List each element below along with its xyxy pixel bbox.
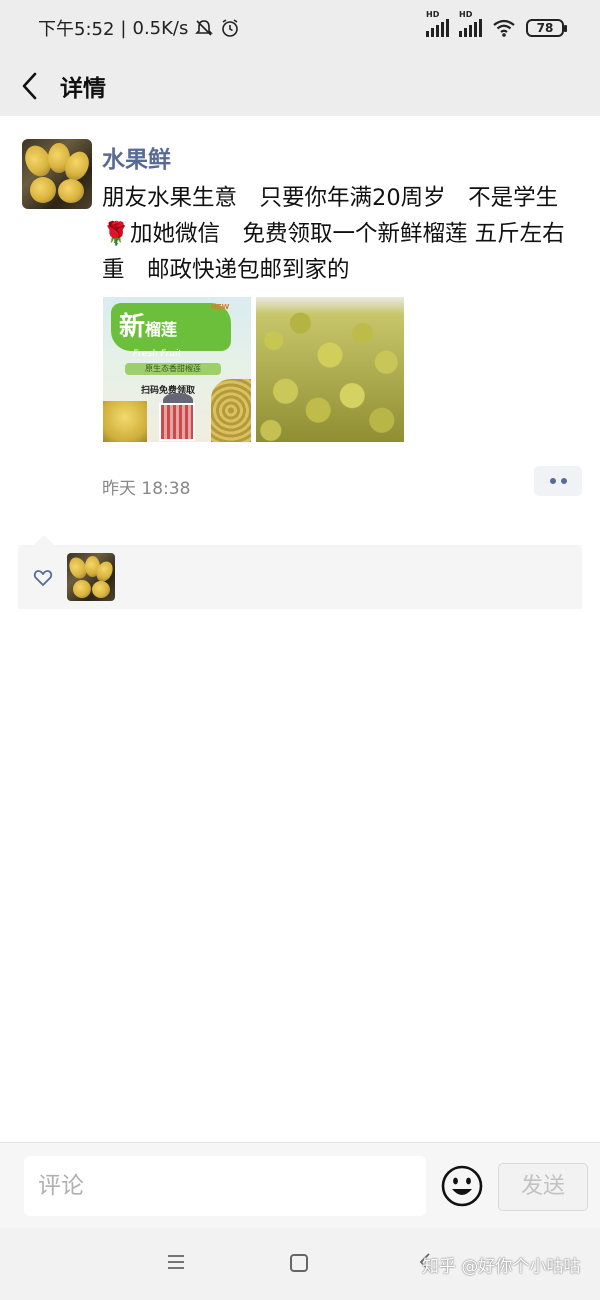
durian-shell-image — [211, 379, 251, 442]
bell-muted-icon — [195, 20, 214, 36]
comment-input[interactable]: 评论 — [24, 1156, 426, 1216]
title-bar: 详情 — [0, 56, 600, 116]
signal-icon: HD — [459, 10, 482, 37]
post-detail: 水果鲜 朋友水果生意 只要你年满20周岁 不是学生 🌹加她微信 免费领取一个新鲜… — [0, 116, 600, 1142]
hd-label: HD — [426, 10, 440, 19]
liker-avatar[interactable] — [67, 553, 115, 601]
qr-code-image — [159, 403, 195, 441]
post-image-durians[interactable] — [256, 297, 404, 442]
system-nav-bar: 知乎 @好你个小咕咕 — [0, 1228, 600, 1300]
watermark: 知乎 @好你个小咕咕 — [422, 1257, 581, 1277]
poster-caption: 原生态香甜榴莲 — [125, 363, 221, 375]
page-title: 详情 — [60, 76, 106, 102]
post-text: 朋友水果生意 只要你年满20周岁 不是学生 🌹加她微信 免费领取一个新鲜榴莲 五… — [102, 185, 565, 283]
status-left: 下午5:52 | 0.5K/s — [38, 15, 240, 41]
durian-flesh-image — [103, 401, 147, 442]
status-time: 下午5:52 — [38, 19, 115, 40]
likes-panel — [18, 535, 582, 609]
post-time: 昨天 18:38 — [102, 479, 191, 499]
wifi-icon — [493, 19, 515, 37]
status-bar: 下午5:52 | 0.5K/s HD HD 78 — [0, 0, 600, 56]
network-speed: 0.5K/s — [132, 17, 189, 39]
menu-icon[interactable] — [166, 1253, 186, 1271]
alarm-icon — [222, 19, 239, 37]
battery-icon: 78 — [526, 19, 567, 37]
send-button[interactable]: 发送 — [498, 1163, 588, 1211]
home-icon[interactable] — [290, 1254, 308, 1272]
comment-bar: 评论 发送 — [0, 1142, 600, 1228]
battery-level: 78 — [536, 21, 554, 35]
poster-subtitle: Fresh Fruit — [133, 349, 182, 359]
author-avatar[interactable] — [22, 139, 92, 209]
back-button[interactable] — [0, 56, 60, 116]
poster-banner-small: 榴莲 — [145, 320, 178, 339]
hd-label: HD — [459, 10, 473, 19]
author-name[interactable]: 水果鲜 — [102, 140, 171, 174]
new-badge: NEW — [211, 303, 230, 311]
status-separator: | — [120, 17, 127, 39]
chevron-left-icon — [22, 72, 37, 100]
poster-banner-big: 新 — [119, 312, 146, 342]
smiley-icon[interactable] — [441, 1165, 483, 1207]
status-right: HD HD 78 — [426, 10, 567, 38]
heart-outline-icon — [33, 570, 53, 586]
more-dots-icon — [560, 478, 567, 484]
more-dots-icon — [549, 478, 556, 484]
post-image-poster[interactable]: 新榴莲 NEW Fresh Fruit 原生态香甜榴莲 扫码免费领取 — [103, 297, 251, 442]
more-actions-button[interactable] — [534, 466, 582, 496]
signal-icon: HD — [426, 10, 449, 37]
